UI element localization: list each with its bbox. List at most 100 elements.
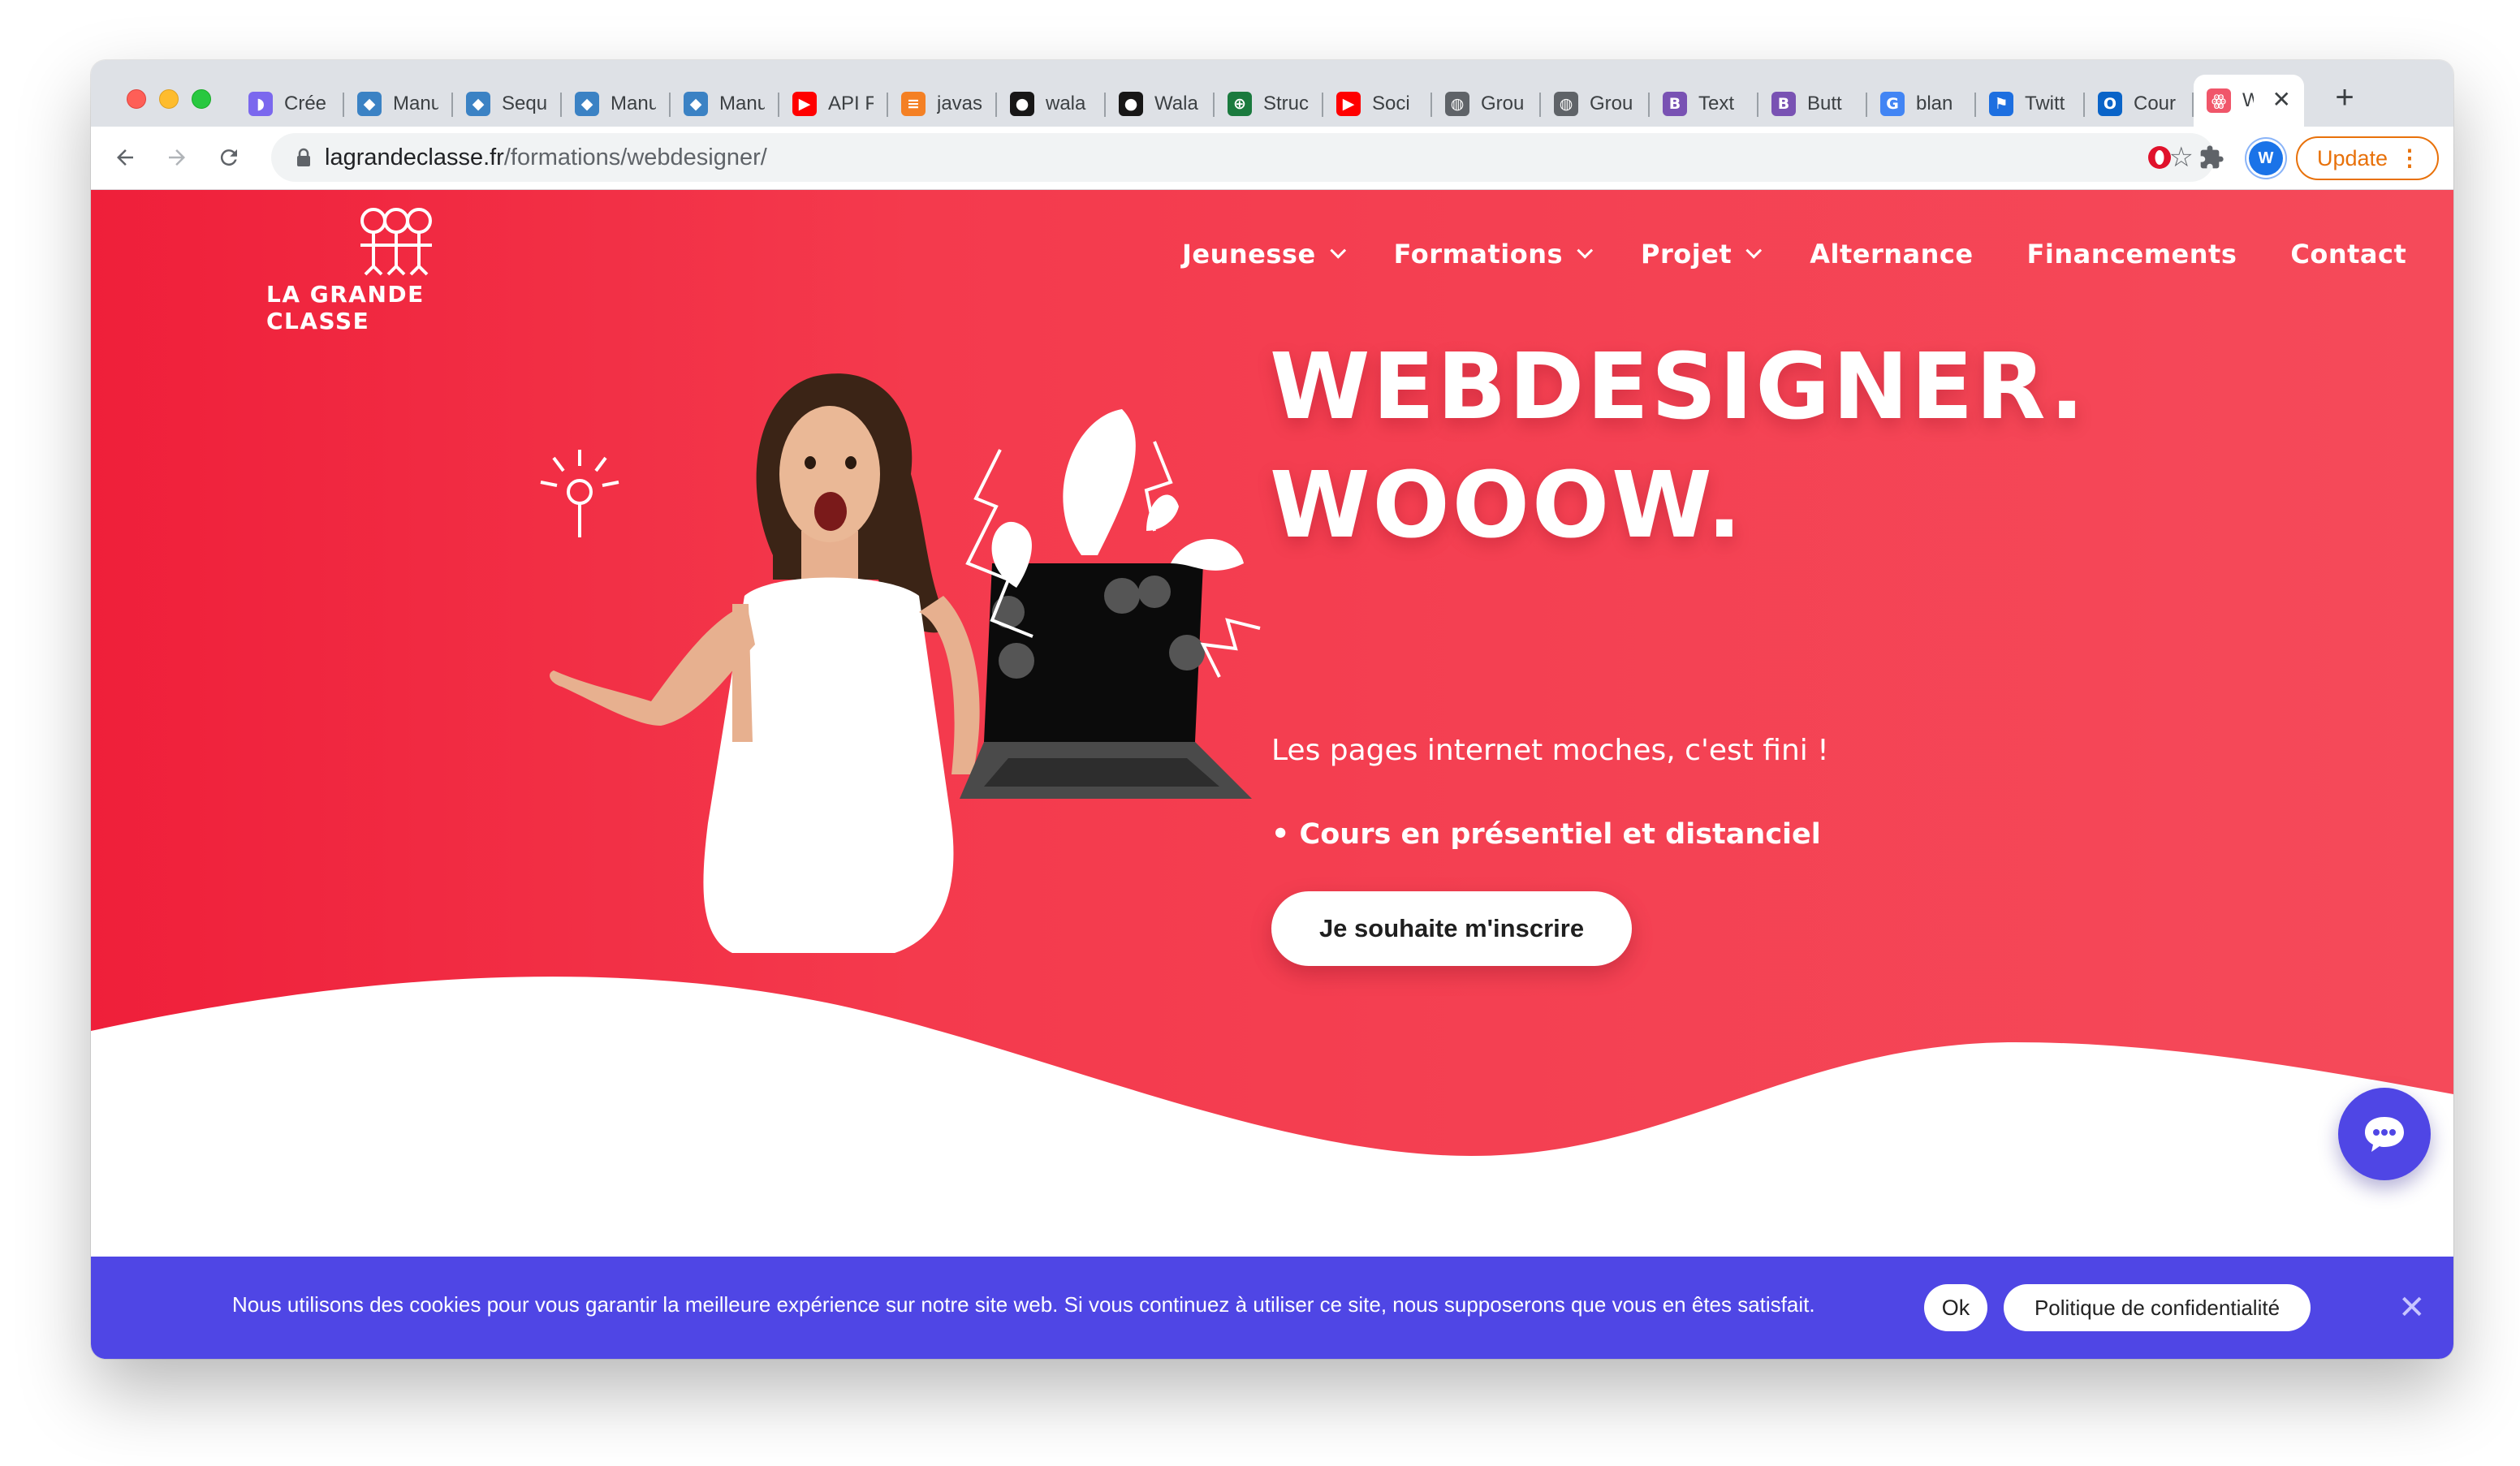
browser-tab[interactable]: ◆ Manu	[671, 81, 779, 127]
browser-tab[interactable]: B Text	[1650, 81, 1758, 127]
tab-label: Grou	[1590, 93, 1633, 114]
browser-tab[interactable]: ◆ Sequ	[453, 81, 562, 127]
tab-label: wala	[1046, 93, 1086, 114]
nav-item-projet[interactable]: Projet	[1641, 239, 1763, 269]
tab-label: Twitt	[2025, 93, 2065, 114]
tab-label: Manu	[393, 93, 438, 114]
url-text: lagrandeclasse.fr/formations/webdesigner…	[325, 144, 767, 171]
nav-item-label: Alternance	[1810, 239, 1974, 269]
youtube-icon: ▶	[792, 92, 817, 116]
extensions-puzzle-icon[interactable]	[2194, 140, 2229, 175]
browser-toolbar: lagrandeclasse.fr/formations/webdesigner…	[91, 127, 2453, 190]
site-logo[interactable]: LA GRANDE CLASSE	[266, 203, 526, 334]
laptop-icon	[960, 563, 1252, 799]
tab-label: blan	[1916, 93, 1953, 114]
tab-label: Text	[1698, 93, 1735, 114]
chevron-down-icon	[1745, 242, 1763, 259]
cube-icon: ◆	[466, 92, 490, 116]
cube-icon: ◆	[357, 92, 382, 116]
bootstrap-icon: B	[1663, 92, 1687, 116]
hero-illustration	[540, 373, 1261, 953]
close-tab-icon[interactable]: ✕	[2272, 86, 2291, 113]
tab-label: Grou	[1481, 93, 1525, 114]
browser-tab[interactable]: B Butt	[1758, 81, 1867, 127]
close-window-button[interactable]	[127, 89, 146, 109]
tab-label: Wala	[1154, 93, 1198, 114]
browser-tab[interactable]: O Cour	[2085, 81, 2194, 127]
hero-bullet: • Cours en présentiel et distanciel	[1271, 818, 1821, 851]
cookie-text: Nous utilisons des cookies pour vous gar…	[232, 1292, 1815, 1317]
address-bar[interactable]: lagrandeclasse.fr/formations/webdesigner…	[271, 133, 2215, 182]
web-page: LA GRANDE CLASSE Jeunesse Formations Proje…	[91, 190, 2453, 1359]
browser-tab[interactable]: ▶ API F	[779, 81, 888, 127]
globe-green-icon: ⊕	[1228, 92, 1252, 116]
nav-item-label: Jeunesse	[1182, 239, 1316, 269]
opera-extension-icon[interactable]	[2142, 140, 2177, 175]
privacy-policy-button[interactable]: Politique de confidentialité	[2004, 1284, 2311, 1331]
browser-tab[interactable]: ⚑ Twitt	[1976, 81, 2085, 127]
tab-list: ◗ Crée ◆ Manu ◆ Sequ ◆ Manu ◆ Manu ▶ API F ≡ javas ● wa…	[235, 75, 2304, 133]
outlook-icon: O	[2098, 92, 2122, 116]
nav-item-jeunesse[interactable]: Jeunesse	[1182, 239, 1346, 269]
update-button[interactable]: Update ⋮	[2296, 136, 2439, 180]
reload-button[interactable]	[209, 138, 248, 177]
cookie-banner: Nous utilisons des cookies pour vous gar…	[91, 1257, 2453, 1359]
tab-label: Butt	[1807, 93, 1842, 114]
browser-tab[interactable]: ꙮ W ✕	[2194, 75, 2304, 127]
close-icon[interactable]: ✕	[2398, 1289, 2426, 1326]
chevron-down-icon	[1577, 242, 1594, 259]
nav-item-alternance[interactable]: Alternance	[1810, 239, 1973, 269]
github-icon: ●	[1010, 92, 1034, 116]
clickup-icon: ◗	[248, 92, 273, 116]
browser-tab[interactable]: ● Wala	[1106, 81, 1215, 127]
headline-line-2: WOOOW.	[1270, 453, 1745, 558]
signup-button[interactable]: Je souhaite m'inscrire	[1271, 891, 1632, 966]
stackoverflow-icon: ≡	[901, 92, 926, 116]
url-path: /formations/webdesigner/	[503, 144, 767, 170]
profile-avatar[interactable]: W	[2249, 141, 2283, 175]
tab-label: W	[2242, 89, 2254, 111]
flag-icon: ⚑	[1989, 92, 2013, 116]
chat-button[interactable]	[2338, 1088, 2431, 1180]
update-label: Update	[2317, 146, 2388, 170]
nav-item-contact[interactable]: Contact	[2290, 239, 2406, 269]
browser-tab[interactable]: ◍ Grou	[1432, 81, 1541, 127]
hero-headline: WEBDESIGNER. WOOOW.	[1270, 328, 2086, 565]
nav-item-formations[interactable]: Formations	[1393, 239, 1594, 269]
nav-item-label: Formations	[1393, 239, 1564, 269]
globe-icon: ◍	[1554, 92, 1578, 116]
tab-label: Manu	[611, 93, 656, 114]
nav-item-label: Projet	[1641, 239, 1732, 269]
nav-item-financements[interactable]: Financements	[2027, 239, 2237, 269]
browser-tab[interactable]: ◗ Crée	[235, 81, 344, 127]
nav-item-label: Financements	[2026, 239, 2237, 269]
new-tab-button[interactable]: +	[2327, 80, 2362, 115]
browser-window: ◗ Crée ◆ Manu ◆ Sequ ◆ Manu ◆ Manu ▶ API F ≡ javas ● wa…	[91, 60, 2453, 1359]
browser-tab[interactable]: ◆ Manu	[562, 81, 671, 127]
browser-tab[interactable]: Gblan	[1867, 81, 1976, 127]
url-host: lagrandeclasse.fr	[325, 144, 504, 170]
tab-strip: ◗ Crée ◆ Manu ◆ Sequ ◆ Manu ◆ Manu ▶ API F ≡ javas ● wa…	[91, 60, 2453, 133]
browser-tab[interactable]: ◆ Manu	[344, 81, 453, 127]
lightbulb-sparkle-icon	[540, 450, 619, 537]
browser-tab[interactable]: ≡ javas	[888, 81, 997, 127]
cookie-ok-button[interactable]: Ok	[1924, 1284, 1987, 1331]
bootstrap-icon: B	[1771, 92, 1796, 116]
logo-figures-icon	[360, 208, 432, 276]
hero-subtitle: Les pages internet moches, c'est fini !	[1271, 734, 1829, 767]
browser-tab[interactable]: ▶ Soci	[1323, 81, 1432, 127]
reload-icon	[220, 149, 237, 166]
back-button[interactable]	[106, 138, 145, 177]
browser-tab[interactable]: ◍ Grou	[1541, 81, 1650, 127]
cube-icon: ◆	[684, 92, 708, 116]
forward-button[interactable]	[158, 138, 196, 177]
google-icon: G	[1880, 92, 1905, 116]
lagrandeclasse-icon: ꙮ	[2207, 88, 2231, 113]
zoom-window-button[interactable]	[192, 89, 211, 109]
browser-tab[interactable]: ⊕ Struc	[1215, 81, 1323, 127]
tab-label: Sequ	[502, 93, 547, 114]
github-icon: ●	[1119, 92, 1143, 116]
minimize-window-button[interactable]	[159, 89, 179, 109]
cube-icon: ◆	[575, 92, 599, 116]
browser-tab[interactable]: ● wala	[997, 81, 1106, 127]
